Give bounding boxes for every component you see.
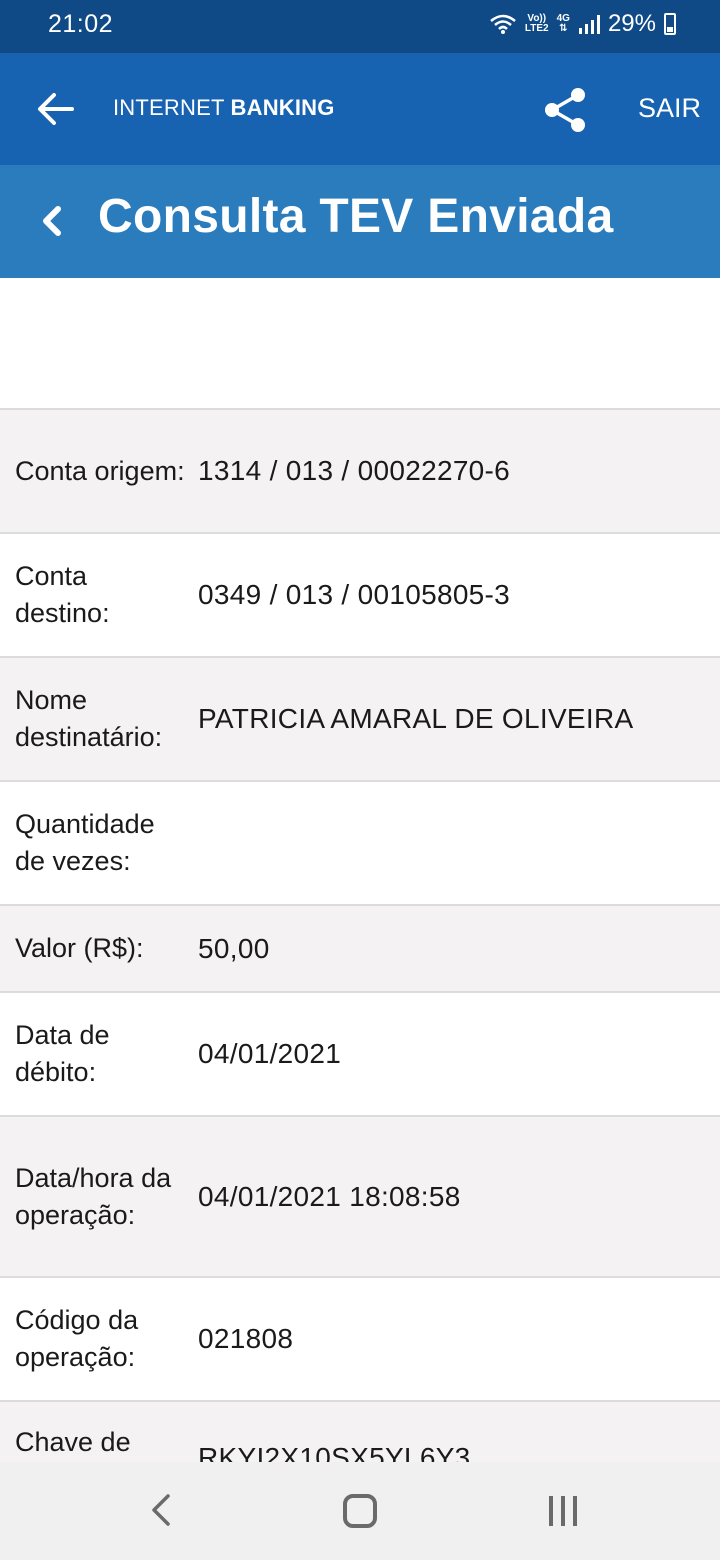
section-header: Consulta TEV Enviada <box>0 165 720 278</box>
detail-label: Data/hora da operação: <box>15 1162 172 1230</box>
back-arrow-icon[interactable] <box>36 89 76 129</box>
signal-icon <box>578 15 600 34</box>
detail-label: Conta origem: <box>15 455 185 486</box>
detail-row-codigo-operacao: Código da operação: 021808 <box>0 1276 720 1400</box>
detail-row-data-debito: Data de débito: 04/01/2021 <box>0 991 720 1115</box>
detail-label: Valor (R$): <box>15 933 144 963</box>
detail-row-quantidade-vezes: Quantidade de vezes: <box>0 780 720 904</box>
detail-label: Chave de <box>15 1427 131 1457</box>
detail-row-conta-destino: Conta destino: 0349 / 013 / 00105805-3 <box>0 532 720 656</box>
detail-value: 1314 / 013 / 00022270-6 <box>198 455 511 486</box>
detail-label: Código da operação: <box>15 1305 139 1372</box>
nav-back-icon[interactable] <box>148 1492 172 1528</box>
page-title: Consulta TEV Enviada <box>98 190 614 243</box>
detail-row-data-hora-operacao: Data/hora da operação: 04/01/2021 18:08:… <box>0 1115 720 1276</box>
detail-label: Nome destinatário: <box>15 685 163 752</box>
detail-value: 04/01/2021 <box>198 1038 342 1069</box>
detail-label: Quantidade de vezes: <box>15 809 155 876</box>
wifi-icon <box>490 14 516 34</box>
battery-icon <box>664 13 676 35</box>
app-bar: INTERNET BANKING SAIR <box>0 53 720 165</box>
nav-home-icon[interactable] <box>343 1494 377 1528</box>
exit-button[interactable]: SAIR <box>638 93 701 124</box>
app-title: INTERNET BANKING <box>113 95 335 120</box>
detail-value: 50,00 <box>198 932 270 964</box>
system-nav-bar <box>0 1462 720 1560</box>
share-icon[interactable] <box>542 87 588 133</box>
status-icons: Vo)) LTE2 4G ⇅ 29% <box>489 10 676 38</box>
volte-indicator: Vo)) LTE2 <box>524 13 549 34</box>
detail-row-chave: Chave de RKYI2X10SX5YL6Y3 <box>0 1400 720 1473</box>
detail-value: 04/01/2021 18:08:58 <box>198 1180 461 1212</box>
detail-value: PATRICIA AMARAL DE OLIVEIRA <box>198 703 634 734</box>
detail-value: 021808 <box>198 1323 294 1354</box>
detail-row-conta-origem: Conta origem: 1314 / 013 / 00022270-6 <box>0 408 720 532</box>
detail-label: Data de débito: <box>15 1020 110 1087</box>
network-type-indicator: 4G ⇅ <box>556 13 570 34</box>
detail-label: Conta destino: <box>15 561 110 628</box>
details-list: Conta origem: 1314 / 013 / 00022270-6 Co… <box>0 408 720 1473</box>
nav-recent-apps-icon[interactable] <box>547 1494 579 1528</box>
detail-row-nome-destinatario: Nome destinatário: PATRICIA AMARAL DE OL… <box>0 656 720 780</box>
status-bar: 21:02 Vo)) LTE2 4G ⇅ 29% <box>0 0 720 53</box>
chevron-left-icon[interactable] <box>36 201 66 241</box>
detail-value: 0349 / 013 / 00105805-3 <box>198 579 511 610</box>
status-time: 21:02 <box>48 10 114 38</box>
battery-percent: 29% <box>607 10 656 37</box>
detail-row-valor: Valor (R$): 50,00 <box>0 904 720 991</box>
